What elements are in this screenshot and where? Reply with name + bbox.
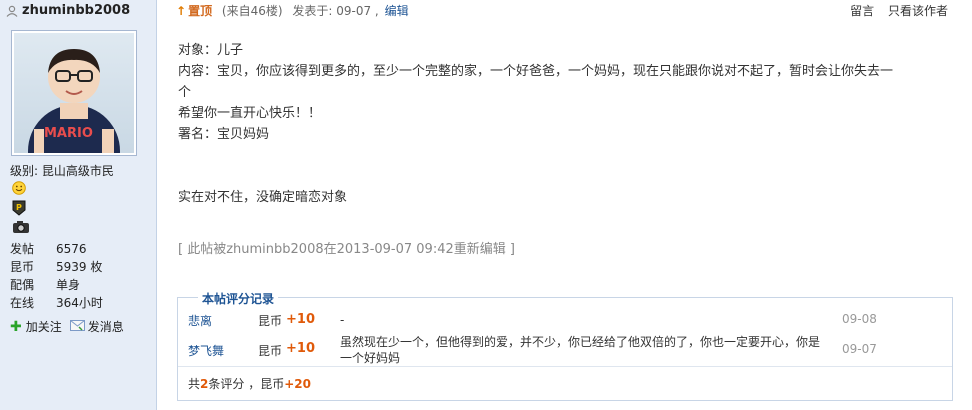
send-message-button[interactable]: 发消息 — [69, 318, 124, 335]
rating-total: +20 — [284, 377, 311, 391]
post-date: 发表于: 09-07 , — [292, 4, 379, 18]
camera-icon — [12, 220, 30, 237]
stat-posts: 发帖 6576 — [10, 242, 87, 256]
username[interactable]: zhuminbb2008 — [22, 3, 130, 18]
rating-row: 悲离 昆币 +10 - 09-08 — [178, 312, 952, 330]
stat-coins: 昆币 5939 枚 — [10, 260, 103, 274]
rating-row: 梦飞舞 昆币 +10 虽然现在少一个，但他得到的爱，并不少，你已经给了他双倍的了… — [178, 334, 952, 368]
pin-up-icon: ↑ — [176, 4, 187, 18]
envelope-icon — [69, 319, 85, 334]
user-icon — [6, 5, 18, 17]
edit-note: [ 此帖被zhuminbb2008在2013-09-07 09:42重新编辑 ] — [178, 242, 515, 257]
rating-box: 本帖评分记录 悲离 昆币 +10 - 09-08 梦飞舞 昆币 +10 虽然现在… — [177, 290, 953, 401]
rating-comment: - — [340, 313, 345, 327]
rating-comment: 虽然现在少一个，但他得到的爱，并不少，你已经给了他双倍的了，你也一定要开心，你是… — [340, 335, 821, 365]
stat-spouse: 配偶 单身 — [10, 278, 81, 292]
rating-title: 本帖评分记录 — [198, 290, 279, 307]
stat-online: 在线 364小时 — [10, 296, 103, 310]
rating-amount: +10 — [286, 312, 315, 327]
rating-currency: 昆币 — [258, 344, 283, 358]
post-line: 希望你一直开心快乐！！ — [178, 106, 322, 121]
post-line: 内容：宝贝，你应该得到更多的，至少一个完整的家，一个好爸爸，一个妈妈，现在只能跟… — [178, 64, 894, 79]
post-body: 对象：儿子 内容：宝贝，你应该得到更多的，至少一个完整的家，一个好爸爸，一个妈妈… — [178, 40, 956, 208]
rating-currency: 昆币 — [258, 314, 283, 328]
post-line: 署名：宝贝妈妈 — [178, 127, 270, 142]
user-actions: ✚ 加关注 发消息 — [10, 318, 132, 335]
pin-label[interactable]: 置顶 — [188, 4, 212, 18]
rating-summary: 共2条评分 ，昆币+20 — [178, 366, 952, 400]
header-actions: 留言 只看该作者 — [840, 0, 948, 22]
reply-link[interactable]: 留言 — [850, 4, 874, 18]
post-line: 个 — [178, 85, 192, 100]
smiley-icon — [12, 181, 26, 198]
post-header: ↑ 置顶 (来自46楼) 发表于: 09-07 , 编辑 留言 只看该作者 — [176, 0, 972, 22]
floor-label: (来自46楼) — [221, 4, 283, 18]
user-level: 级别: 昆山高级市民 — [10, 164, 114, 178]
svg-text:MARIO: MARIO — [44, 126, 93, 141]
post-line: 实在对不住，没确定暗恋对象 — [178, 190, 348, 205]
rating-date: 09-08 — [842, 312, 877, 326]
avatar[interactable]: MARIO — [11, 30, 137, 156]
user-row: zhuminbb2008 — [6, 3, 130, 18]
user-stats: 发帖 6576 昆币 5939 枚 配偶 单身 在线 364小时 — [10, 240, 103, 312]
rating-date: 09-07 — [842, 342, 877, 356]
post-line: 对象：儿子 — [178, 43, 244, 58]
rating-amount: +10 — [286, 341, 315, 356]
edit-link[interactable]: 编辑 — [385, 4, 409, 18]
medal-icon: P — [12, 200, 26, 219]
rater-link[interactable]: 梦飞舞 — [188, 342, 224, 359]
add-follow-button[interactable]: ✚ 加关注 — [10, 318, 62, 335]
svg-text:P: P — [16, 203, 22, 212]
plus-icon: ✚ — [10, 318, 22, 335]
user-sidebar: zhuminbb2008 MARIO 级别: 昆山高级市民 P 发帖 6576 … — [0, 0, 157, 410]
only-author-link[interactable]: 只看该作者 — [888, 4, 948, 18]
rater-link[interactable]: 悲离 — [188, 312, 212, 329]
